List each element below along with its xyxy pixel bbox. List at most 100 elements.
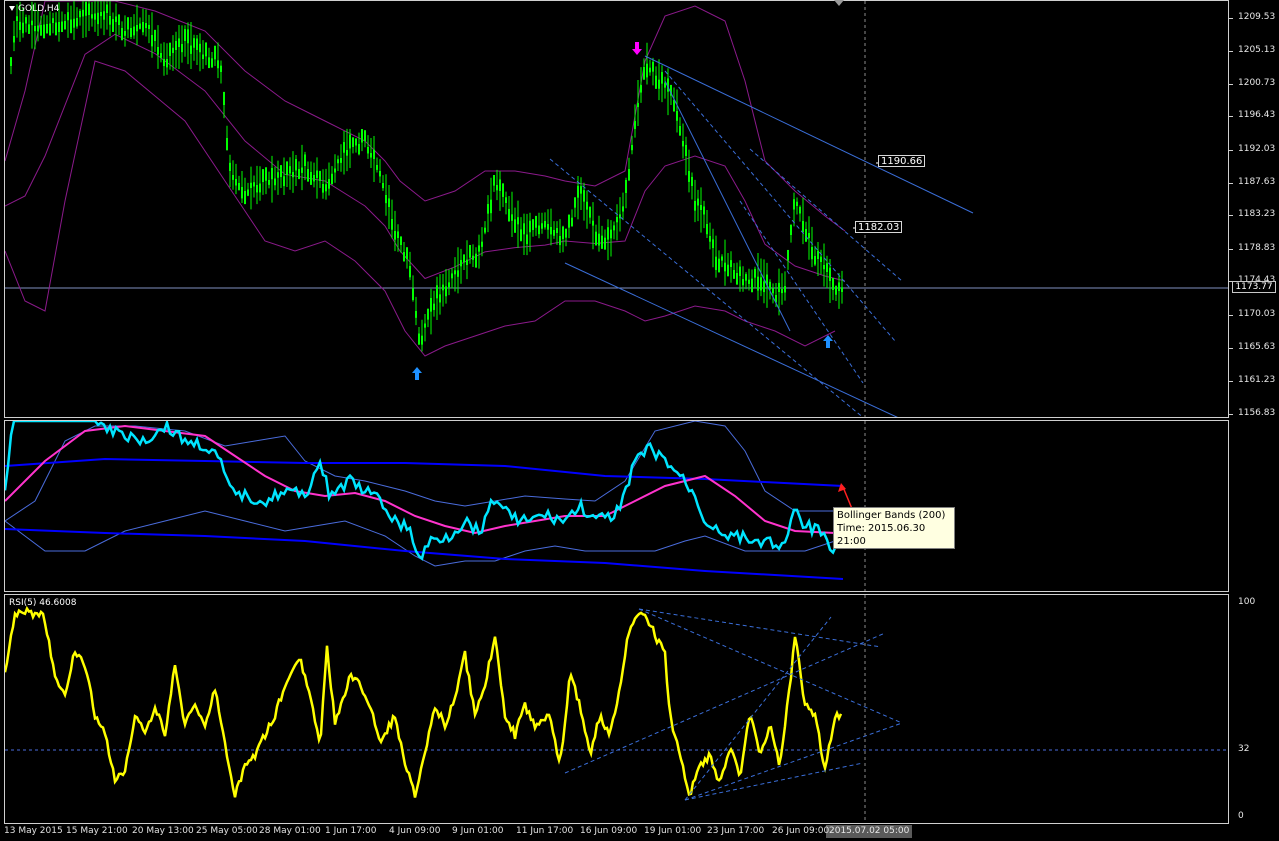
candle-body bbox=[364, 130, 366, 141]
candle-body bbox=[187, 29, 189, 44]
time-axis-label: 20 May 13:00 bbox=[132, 826, 194, 836]
candle-body bbox=[490, 199, 492, 214]
candle-body bbox=[418, 333, 420, 345]
candle-body bbox=[316, 170, 318, 178]
trendline-label-lower[interactable]: 1182.03 bbox=[855, 221, 903, 233]
channel-lower-line bbox=[564, 262, 898, 417]
candle-body bbox=[85, 2, 87, 16]
candle-body bbox=[799, 206, 801, 214]
rsi-canvas[interactable] bbox=[5, 595, 1229, 824]
candle-body bbox=[220, 65, 222, 72]
candle-body bbox=[622, 206, 624, 212]
candle-body bbox=[319, 170, 321, 181]
candle-body bbox=[796, 201, 798, 206]
candle-body bbox=[730, 260, 732, 267]
candle-body bbox=[169, 42, 171, 56]
candle-body bbox=[112, 19, 114, 32]
candle-body bbox=[133, 26, 135, 36]
candle-body bbox=[349, 134, 351, 149]
candle-body bbox=[175, 41, 177, 50]
rsi-pane[interactable]: RSI(5) 46.6008 bbox=[4, 594, 1229, 824]
candle-body bbox=[820, 256, 822, 262]
candle-body bbox=[688, 171, 690, 182]
candle-body bbox=[145, 23, 147, 29]
candle-body bbox=[745, 274, 747, 281]
rsi-line bbox=[5, 605, 843, 798]
rsi-axis-32: 32 bbox=[1238, 744, 1250, 754]
candle-body bbox=[700, 205, 702, 210]
price-chart-canvas[interactable] bbox=[5, 1, 1229, 418]
candle-body bbox=[451, 273, 453, 279]
tooltip-value: Value: 1190.34 bbox=[837, 549, 913, 560]
indicator-pane[interactable] bbox=[4, 420, 1229, 592]
candle-body bbox=[331, 173, 333, 185]
candle-body bbox=[256, 185, 258, 193]
candle-body bbox=[325, 184, 327, 192]
candle-body bbox=[415, 311, 417, 318]
channel-upper-line bbox=[644, 55, 974, 214]
candle-body bbox=[706, 224, 708, 235]
candle-body bbox=[565, 228, 567, 238]
candle-body bbox=[136, 25, 138, 32]
candle-body bbox=[250, 182, 252, 188]
candle-body bbox=[499, 179, 501, 191]
candle-body bbox=[604, 237, 606, 250]
rsi-axis-0: 0 bbox=[1238, 811, 1244, 821]
candle-body bbox=[121, 28, 123, 41]
candle-body bbox=[25, 17, 27, 24]
candle-body bbox=[58, 22, 60, 33]
candle-body bbox=[49, 23, 51, 36]
candle-body bbox=[832, 277, 834, 290]
candle-body bbox=[271, 168, 273, 180]
candle-body bbox=[607, 227, 609, 240]
candle-body bbox=[142, 22, 144, 33]
candle-body bbox=[727, 264, 729, 277]
candle-body bbox=[157, 47, 159, 55]
candle-body bbox=[226, 138, 228, 151]
candle-body bbox=[346, 150, 348, 156]
price-axis-tick bbox=[1229, 183, 1233, 184]
price-chart-pane[interactable]: GOLD,H4 bbox=[4, 0, 1229, 418]
trendline-label-upper[interactable]: 1190.66 bbox=[878, 155, 926, 167]
indicator-canvas[interactable] bbox=[5, 421, 1229, 592]
chart-shift-marker-icon[interactable] bbox=[834, 0, 844, 6]
candle-body bbox=[247, 189, 249, 196]
rsi-trend-dashed-4 bbox=[684, 722, 903, 801]
price-axis[interactable]: 1209.53 1205.13 1200.73 1196.43 1192.03 1187.… bbox=[1229, 0, 1279, 418]
candle-body bbox=[712, 239, 714, 248]
candle-body bbox=[523, 223, 525, 235]
candle-body bbox=[529, 220, 531, 233]
candle-body bbox=[166, 59, 168, 68]
candle-body bbox=[358, 144, 360, 155]
time-axis[interactable]: 2015.07.02 05:00 13 May 2015 15 May 21:00… bbox=[0, 824, 1279, 841]
rsi-trend-dashed-1 bbox=[638, 608, 882, 648]
candle-body bbox=[241, 187, 243, 199]
candle-body bbox=[100, 12, 102, 17]
candle-body bbox=[436, 285, 438, 299]
candle-body bbox=[601, 235, 603, 249]
time-axis-label: 19 Jun 01:00 bbox=[644, 826, 702, 836]
candle-body bbox=[403, 252, 405, 261]
candle-body bbox=[748, 279, 750, 284]
candle-body bbox=[295, 159, 297, 171]
candle-body bbox=[61, 21, 63, 33]
price-axis-label: 1205.13 bbox=[1238, 45, 1276, 55]
time-axis-label: 9 Jun 01:00 bbox=[452, 826, 504, 836]
candle-body bbox=[43, 24, 45, 39]
price-axis-label: 1196.43 bbox=[1238, 110, 1276, 120]
candle-body bbox=[118, 14, 120, 25]
candle-body bbox=[613, 225, 615, 231]
time-axis-label: 26 Jun 09:00 bbox=[772, 826, 830, 836]
candle-body bbox=[328, 179, 330, 189]
candle-body bbox=[823, 265, 825, 270]
candle-body bbox=[658, 79, 660, 89]
candle-body bbox=[64, 21, 66, 30]
candle-body bbox=[292, 172, 294, 178]
candle-body bbox=[238, 183, 240, 191]
candle-body bbox=[46, 24, 48, 34]
candle-body bbox=[496, 185, 498, 191]
candle-body bbox=[463, 254, 465, 263]
candle-body bbox=[355, 138, 357, 146]
candle-body bbox=[736, 273, 738, 285]
candle-body bbox=[493, 175, 495, 186]
